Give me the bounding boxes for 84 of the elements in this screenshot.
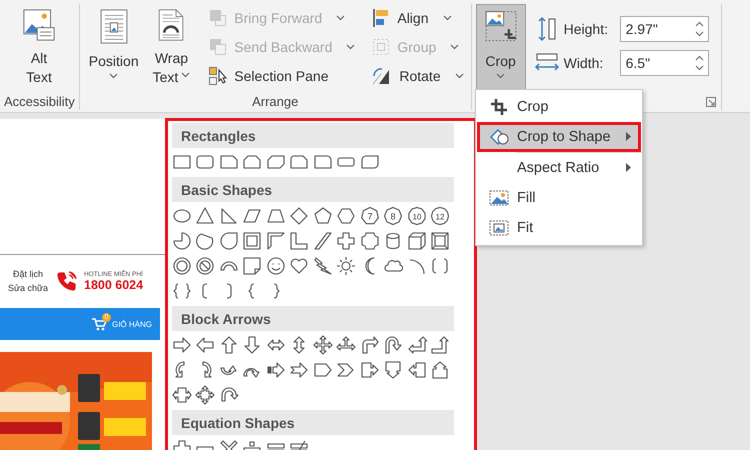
- number-field[interactable]: 2.97": [620, 16, 709, 42]
- page-position-icon: [98, 9, 129, 44]
- triangle-shape[interactable]: [194, 205, 216, 226]
- section-header: Basic Shapes: [172, 177, 454, 202]
- submenu-arrow-icon: [625, 163, 631, 172]
- ribbon-button[interactable]: Align: [368, 4, 467, 31]
- partial-circle-shape[interactable]: [171, 230, 192, 251]
- spin-down-icon[interactable]: [694, 31, 704, 37]
- crop-icon: [489, 97, 509, 117]
- group-label: Arrange: [252, 94, 298, 108]
- caret-icon: [336, 14, 346, 20]
- smiley-face-shape[interactable]: [265, 255, 286, 276]
- lightning-bolt-shape[interactable]: [312, 255, 333, 276]
- frame-shape[interactable]: [242, 230, 262, 251]
- sun-shape[interactable]: [336, 255, 356, 276]
- picture-icon: [489, 188, 509, 208]
- l-shape-shape[interactable]: [288, 230, 310, 251]
- spin-up-icon[interactable]: [694, 55, 704, 61]
- phone-icon: [56, 270, 78, 292]
- ribbon-button[interactable]: Selection Pane: [205, 62, 358, 89]
- picture-icon: [21, 9, 57, 41]
- donut-shape[interactable]: [171, 255, 192, 276]
- caret-icon: [454, 72, 464, 78]
- bevel-shape[interactable]: [430, 230, 450, 251]
- cart-icon[interactable]: [92, 318, 106, 331]
- ribbon-button[interactable]: Wrap Text: [148, 4, 196, 90]
- ribbon-button[interactable]: Rotate: [368, 62, 467, 89]
- ribbon-button[interactable]: Alt Text: [4, 4, 74, 90]
- menu-item[interactable]: Aspect Ratio: [477, 153, 641, 183]
- spin-up-icon[interactable]: [694, 21, 704, 27]
- group-label: Accessibility: [4, 94, 75, 108]
- ribbon-button[interactable]: Position: [84, 4, 144, 90]
- caret-icon: [496, 73, 506, 79]
- pentagon-shape[interactable]: [312, 205, 333, 226]
- cross-shape[interactable]: [336, 230, 356, 251]
- field-label: Width:: [564, 55, 604, 71]
- picture-icon: [489, 218, 509, 238]
- booking-text: Đặt lịch Sửa chữa: [6, 268, 50, 296]
- plaque-shape[interactable]: [359, 230, 380, 251]
- half-frame-shape[interactable]: [265, 230, 286, 251]
- bent-up-arrow-shape[interactable]: [430, 334, 450, 355]
- section-header: Block Arrows: [172, 306, 454, 331]
- field-label: Height:: [564, 21, 609, 37]
- shapes-icon: [489, 127, 509, 147]
- menu-item[interactable]: Crop: [477, 92, 641, 122]
- teardrop-shape[interactable]: [218, 230, 239, 251]
- diagonal-stripe-shape[interactable]: [312, 230, 333, 251]
- submenu-arrow-icon: [625, 132, 631, 141]
- cube-shape[interactable]: [406, 230, 427, 251]
- quad-arrow-shape[interactable]: [312, 334, 333, 355]
- layers-icon: [208, 36, 228, 56]
- down-arrow-shape[interactable]: [242, 334, 262, 355]
- no-symbol-shape[interactable]: [194, 255, 216, 276]
- down-arrow-callout-shape[interactable]: [382, 359, 404, 380]
- menu-item[interactable]: Fill: [477, 183, 641, 213]
- menu-item[interactable]: Crop to Shape: [477, 122, 641, 152]
- numbered-shape[interactable]: 10: [406, 205, 427, 226]
- caret-icon: [442, 14, 452, 20]
- section-header: Equation Shapes: [172, 410, 454, 435]
- height-icon: [536, 16, 557, 42]
- layers-icon: [208, 8, 228, 28]
- section-header: Rectangles: [172, 123, 454, 148]
- caret-icon: [346, 44, 356, 50]
- left-up-arrow-shape[interactable]: [406, 334, 427, 355]
- ribbon-button[interactable]: Crop: [476, 4, 526, 90]
- numbered-shape[interactable]: 8: [382, 205, 404, 226]
- hotline-number[interactable]: 1800 6024: [84, 278, 144, 292]
- folded-corner-shape[interactable]: [242, 255, 262, 276]
- caret-icon: [181, 72, 190, 78]
- diamond-shape[interactable]: [288, 205, 310, 226]
- u-turn-arrow-shape[interactable]: [382, 334, 404, 355]
- quad-arrow-callout-shape[interactable]: [194, 384, 216, 405]
- group-icon: [371, 36, 392, 56]
- caret-icon: [109, 73, 118, 79]
- dialog-launcher-icon[interactable]: [704, 96, 717, 108]
- spin-down-icon[interactable]: [694, 65, 704, 71]
- cart-link[interactable]: GIỎ HÀNG: [112, 320, 152, 329]
- caret-icon: [450, 44, 460, 50]
- number-field[interactable]: 6.5": [620, 50, 709, 76]
- numbered-shape[interactable]: 7: [359, 205, 380, 226]
- selection-icon: [208, 66, 228, 86]
- up-arrow-callout-shape[interactable]: [430, 359, 450, 380]
- numbered-shape[interactable]: 12: [430, 205, 450, 226]
- menu-item[interactable]: Fit: [477, 213, 641, 243]
